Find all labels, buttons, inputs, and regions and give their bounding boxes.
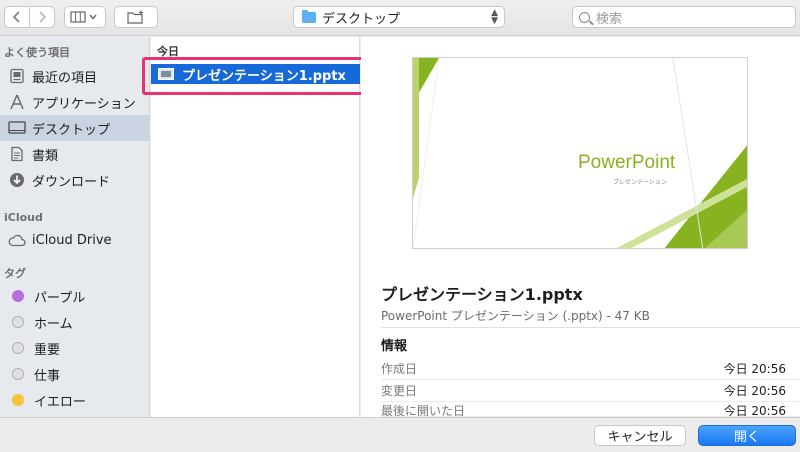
preview-file-kind: PowerPoint プレゼンテーション (.pptx) - 47 KB <box>381 309 650 323</box>
search-field[interactable]: 検索 <box>572 6 796 28</box>
preview-file-name: プレゼンテーション1.pptx <box>381 285 583 304</box>
sidebar-item-applications[interactable]: アプリケーション <box>0 89 149 115</box>
chevron-right-icon <box>39 11 46 23</box>
sidebar-item-label: 書類 <box>32 148 59 164</box>
applications-icon <box>8 93 26 111</box>
info-header: 情報 <box>381 339 408 354</box>
location-label: デスクトップ <box>322 11 401 27</box>
cloud-icon <box>8 231 26 249</box>
toolbar: デスクトップ ▲ ▼ 検索 <box>0 0 800 36</box>
chevron-left-icon <box>13 11 20 23</box>
sidebar-item-label: 仕事 <box>34 368 61 384</box>
sidebar-item-label: 最近の項目 <box>32 70 98 86</box>
slide-thumbnail: PowerPoint プレゼンテーション <box>412 57 748 249</box>
sidebar-item-label: パープル <box>34 290 86 306</box>
folder-icon <box>302 9 316 23</box>
tag-purple-icon <box>12 290 24 302</box>
sidebar-tag-home[interactable]: ホーム <box>0 309 149 335</box>
sidebar-item-label: iCloud Drive <box>32 232 112 248</box>
sidebar-item-documents[interactable]: 書類 <box>0 141 149 167</box>
open-button[interactable]: 開く <box>698 425 796 446</box>
info-row-created: 作成日 今日 20:56 <box>381 358 800 380</box>
sidebar-tag-yellow[interactable]: イエロー <box>0 387 149 413</box>
sidebar-item-downloads[interactable]: ダウンロード <box>0 167 149 193</box>
file-row[interactable]: プレゼンテーション1.pptx <box>151 64 360 84</box>
sidebar-item-recents[interactable]: 最近の項目 <box>0 63 149 89</box>
sidebar-header-favorites: よく使う項目 <box>4 46 70 59</box>
tag-gray-icon <box>12 316 24 328</box>
view-mode-button[interactable] <box>64 6 106 28</box>
tag-gray-icon <box>12 368 24 380</box>
search-icon <box>579 11 590 23</box>
tag-gray-icon <box>12 342 24 354</box>
sidebar-item-label: ホーム <box>34 316 73 332</box>
search-placeholder: 検索 <box>596 11 623 27</box>
sidebar-item-desktop[interactable]: デスクトップ <box>0 115 149 141</box>
desktop-icon <box>8 119 26 137</box>
back-button[interactable] <box>4 6 30 28</box>
sidebar-tag-purple[interactable]: パープル <box>0 283 149 309</box>
pptx-file-icon <box>158 68 174 80</box>
sidebar-tag-important[interactable]: 重要 <box>0 335 149 361</box>
sidebar-header-icloud: iCloud <box>4 211 43 224</box>
sidebar-item-label: イエロー <box>34 394 86 410</box>
divider <box>381 327 800 328</box>
info-value: 今日 20:56 <box>723 404 786 417</box>
info-value: 今日 20:56 <box>723 362 786 376</box>
recents-icon <box>8 67 26 85</box>
new-folder-icon <box>127 10 143 24</box>
stepper-icon: ▲ ▼ <box>491 8 498 26</box>
info-key: 作成日 <box>381 362 418 376</box>
new-folder-button[interactable] <box>114 6 158 28</box>
file-list-column: 今日 プレゼンテーション1.pptx <box>151 37 360 417</box>
sidebar-item-icloud-drive[interactable]: iCloud Drive <box>0 227 149 253</box>
sidebar-item-label: 重要 <box>34 342 61 358</box>
info-key: 変更日 <box>381 384 418 398</box>
location-popup[interactable]: デスクトップ ▲ ▼ <box>293 6 505 28</box>
sidebar-item-label: アプリケーション <box>32 96 136 112</box>
bottom-bar: キャンセル 開く <box>0 417 800 452</box>
sidebar-item-label: デスクトップ <box>32 122 111 138</box>
info-row-last-opened: 最後に開いた日 今日 20:56 <box>381 402 800 417</box>
sidebar: よく使う項目 最近の項目 アプリケーション デスクトップ 書類 ダウンロード i… <box>0 37 150 417</box>
downloads-icon <box>8 171 26 189</box>
tag-yellow-icon <box>12 394 24 406</box>
slide-title: PowerPoint <box>578 152 676 173</box>
preview-pane: PowerPoint プレゼンテーション プレゼンテーション1.pptx Pow… <box>361 37 800 417</box>
slide-subtitle: プレゼンテーション <box>613 179 667 186</box>
info-key: 最後に開いた日 <box>381 404 466 417</box>
info-value: 今日 20:56 <box>723 384 786 398</box>
forward-button[interactable] <box>29 6 55 28</box>
file-name: プレゼンテーション1.pptx <box>182 68 346 84</box>
group-header: 今日 <box>157 45 179 58</box>
info-row-modified: 変更日 今日 20:56 <box>381 380 800 402</box>
sidebar-item-label: ダウンロード <box>32 174 111 190</box>
sidebar-tag-work[interactable]: 仕事 <box>0 361 149 387</box>
sidebar-header-tags: タグ <box>4 267 26 280</box>
cancel-button[interactable]: キャンセル <box>594 425 686 446</box>
columns-view-icon <box>70 11 97 23</box>
documents-icon <box>8 145 26 163</box>
